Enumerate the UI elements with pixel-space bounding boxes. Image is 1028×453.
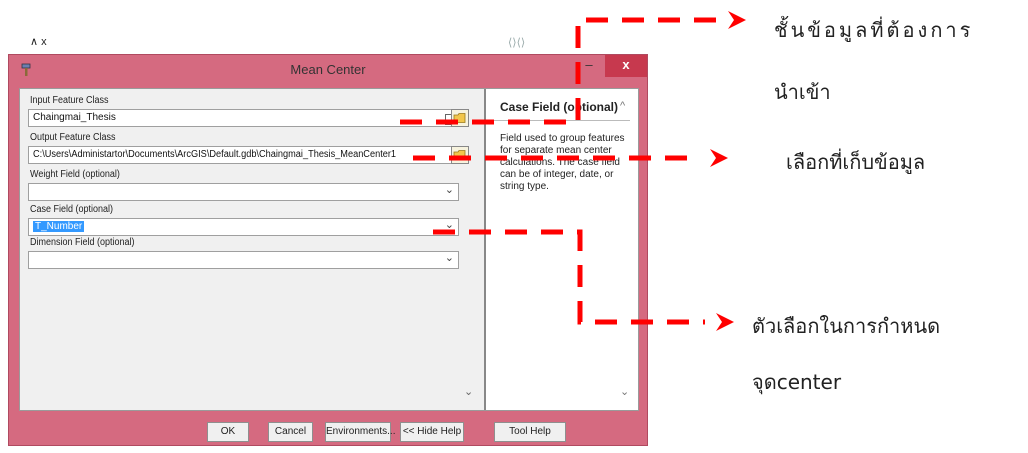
case-annotation-line2: จุดcenter <box>752 370 842 394</box>
arrowhead-icon <box>728 11 746 29</box>
arrowhead-icon <box>716 313 734 331</box>
case-annotation-connector <box>433 229 705 325</box>
output-annotation: เลือกที่เก็บข้อมูล <box>786 150 926 174</box>
input-annotation-line2: นำเข้า <box>774 80 831 104</box>
input-annotation-line1: ชั้นข้อมูลที่ต้องการ <box>774 18 974 42</box>
input-annotation-connector <box>400 17 720 125</box>
arrowhead-icon <box>710 149 728 167</box>
annotation-arrows <box>400 11 746 331</box>
case-annotation-line1: ตัวเลือกในการกำหนด <box>752 314 941 338</box>
